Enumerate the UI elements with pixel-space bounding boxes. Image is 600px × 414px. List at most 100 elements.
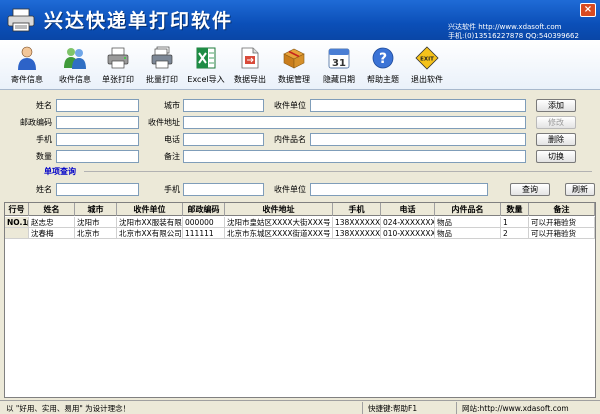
col-receiver-unit[interactable]: 收件单位 <box>117 203 183 216</box>
sender-info-button[interactable]: 寄件信息 <box>4 44 50 88</box>
printer-icon <box>107 47 129 69</box>
hide-date-label: 隐藏日期 <box>323 75 355 84</box>
quantity-label: 数量 <box>36 152 52 161</box>
query-mobile-label: 手机 <box>164 185 180 194</box>
toolbar: 寄件信息 收件信息 单张打印 批量打印 Excel导入 数据导出 数据管理 31… <box>0 40 600 90</box>
help-button[interactable]: ? 帮助主题 <box>360 44 406 88</box>
single-print-label: 单张打印 <box>102 75 134 84</box>
table-row[interactable]: 沈春梅 北京市 北京市XX有限公司 111111 北京市东城区XXXX街道XXX… <box>5 228 595 239</box>
goods-name-label: 内件品名 <box>274 135 306 144</box>
excel-icon <box>196 47 216 69</box>
hide-date-button[interactable]: 31 隐藏日期 <box>316 44 362 88</box>
receiver-address-label: 收件地址 <box>148 118 180 127</box>
add-button[interactable]: 添加 <box>536 99 576 112</box>
phone-input[interactable] <box>183 133 264 146</box>
data-manage-label: 数据管理 <box>278 75 310 84</box>
name-cell: 沈春梅 <box>29 228 75 239</box>
col-remark[interactable]: 备注 <box>529 203 595 216</box>
app-title: 兴达快递单打印软件 <box>44 10 234 32</box>
receiver-info-label: 收件信息 <box>59 75 91 84</box>
box-icon <box>283 48 305 69</box>
query-name-label: 姓名 <box>36 185 52 194</box>
switch-button[interactable]: 切换 <box>536 150 576 163</box>
excel-import-button[interactable]: Excel导入 <box>183 44 229 88</box>
person-icon <box>18 46 36 70</box>
receiver-address-cell: 沈阳市皇姑区XXXX大街XXX号 <box>225 217 333 228</box>
remark-cell: 可以开箱验货 <box>529 217 595 228</box>
data-export-button[interactable]: 数据导出 <box>227 44 273 88</box>
title-bar: 兴达快递单打印软件 兴达软件 http://www.xdasoft.com 手机… <box>0 0 600 40</box>
status-hotkey: 快捷键:帮助F1 <box>368 404 418 413</box>
col-postcode[interactable]: 邮政编码 <box>183 203 225 216</box>
col-phone[interactable]: 电话 <box>381 203 435 216</box>
col-receiver-address[interactable]: 收件地址 <box>225 203 333 216</box>
close-button[interactable]: × <box>580 3 596 17</box>
data-table: 行号 姓名 城市 收件单位 邮政编码 收件地址 手机 电话 内件品名 数量 备注… <box>4 202 596 398</box>
batch-print-button[interactable]: 批量打印 <box>139 44 185 88</box>
status-slogan: 以 "好用、实用、易用" 为设计理念！ <box>6 404 131 413</box>
phone-cell: 010-XXXXXXXX <box>381 228 435 239</box>
help-label: 帮助主题 <box>367 75 399 84</box>
receiver-unit-cell: 北京市XX有限公司 <box>117 228 183 239</box>
people-icon <box>64 48 86 69</box>
col-city[interactable]: 城市 <box>75 203 117 216</box>
receiver-unit-cell: 沈阳市XX服装有限 <box>117 217 183 228</box>
mobile-label: 手机 <box>36 135 52 144</box>
delete-button[interactable]: 删除 <box>536 133 576 146</box>
col-goods-name[interactable]: 内件品名 <box>435 203 501 216</box>
data-manage-button[interactable]: 数据管理 <box>271 44 317 88</box>
printer-logo-icon <box>7 8 35 32</box>
refresh-button[interactable]: 刷新 <box>565 183 595 196</box>
batch-print-label: 批量打印 <box>146 75 178 84</box>
receiver-address-input[interactable] <box>183 116 526 129</box>
phone-label: 电话 <box>164 135 180 144</box>
remark-label: 备注 <box>164 152 180 161</box>
help-icon: ? <box>372 47 394 69</box>
receiver-unit-label: 收件单位 <box>274 101 306 110</box>
calendar-icon: 31 <box>328 48 350 69</box>
postcode-input[interactable] <box>56 116 139 129</box>
batch-printer-icon <box>151 46 173 69</box>
goods-name-input[interactable] <box>310 133 526 146</box>
status-separator <box>456 402 457 414</box>
single-print-button[interactable]: 单张打印 <box>95 44 141 88</box>
edit-button[interactable]: 修改 <box>536 116 576 129</box>
query-mobile-input[interactable] <box>183 183 264 196</box>
col-mobile[interactable]: 手机 <box>333 203 381 216</box>
receiver-info-button[interactable]: 收件信息 <box>52 44 98 88</box>
mobile-input[interactable] <box>56 133 139 146</box>
export-icon <box>241 47 259 69</box>
exit-icon: EXIT <box>415 46 439 70</box>
col-row-number[interactable]: 行号 <box>5 203 29 216</box>
postcode-cell: 111111 <box>183 228 225 239</box>
calendar-day-number: 31 <box>332 58 346 69</box>
phone-cell: 024-XXXXXXXX <box>381 217 435 228</box>
col-quantity[interactable]: 数量 <box>501 203 529 216</box>
receiver-address-cell: 北京市东城区XXXX街道XXX号 <box>225 228 333 239</box>
quantity-cell: 1 <box>501 217 529 228</box>
status-website: 网站:http://www.xdasoft.com <box>462 404 569 413</box>
name-label: 姓名 <box>36 101 52 110</box>
remark-cell: 可以开箱验货 <box>529 228 595 239</box>
city-input[interactable] <box>183 99 264 112</box>
exit-label: 退出软件 <box>411 75 443 84</box>
query-receiver-unit-label: 收件单位 <box>274 185 306 194</box>
table-row[interactable]: NO.1▶ 赵志忠 沈阳市 沈阳市XX服装有限 000000 沈阳市皇姑区XXX… <box>5 217 595 228</box>
quantity-input[interactable] <box>56 150 139 163</box>
query-receiver-unit-input[interactable] <box>310 183 488 196</box>
data-export-label: 数据导出 <box>234 75 266 84</box>
query-name-input[interactable] <box>56 183 139 196</box>
mobile-cell: 138XXXXXXX1 <box>333 228 381 239</box>
receiver-unit-input[interactable] <box>310 99 526 112</box>
remark-input[interactable] <box>183 150 526 163</box>
city-label: 城市 <box>164 101 180 110</box>
col-name[interactable]: 姓名 <box>29 203 75 216</box>
query-button[interactable]: 查询 <box>510 183 550 196</box>
quantity-cell: 2 <box>501 228 529 239</box>
name-input[interactable] <box>56 99 139 112</box>
row-number-cell: NO.1▶ <box>5 217 29 228</box>
exit-button[interactable]: EXIT 退出软件 <box>404 44 450 88</box>
svg-text:?: ? <box>379 51 387 67</box>
row-number-cell <box>5 228 29 239</box>
postcode-cell: 000000 <box>183 217 225 228</box>
